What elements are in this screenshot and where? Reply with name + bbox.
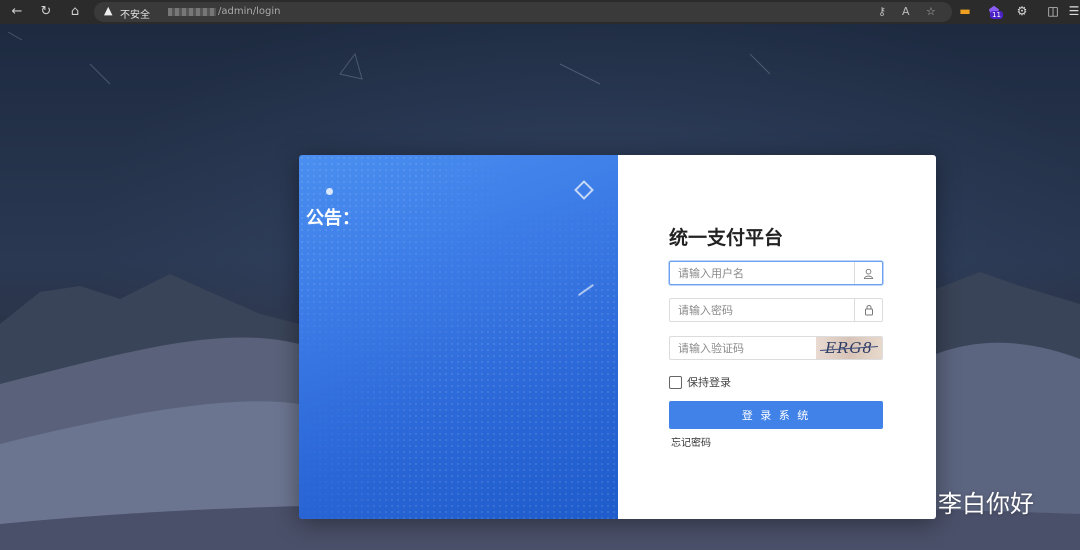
forgot-password-link[interactable]: 忘记密码 [671, 434, 711, 449]
remember-me[interactable]: 保持登录 [669, 374, 731, 390]
read-aloud-icon[interactable]: A [902, 5, 910, 18]
password-input[interactable] [670, 299, 856, 321]
username-input[interactable] [670, 262, 856, 284]
remember-label: 保持登录 [687, 376, 731, 389]
page-title: 统一支付平台 [669, 227, 784, 249]
extensions-icon[interactable]: ⚙ [1014, 3, 1030, 19]
wechat-icon [892, 488, 931, 514]
notice-panel: 公告： [299, 155, 618, 519]
favorites-bar-icon[interactable]: ☰ [1066, 3, 1080, 19]
browser-toolbar: ← ↻ ⌂ ▲ 不安全 /admin/login ⚷ A ☆ ▬ ⬟ 11 ⚙ … [0, 0, 1080, 24]
login-button[interactable]: 登 录 系 统 [669, 401, 883, 429]
url-host-blurred [168, 8, 216, 16]
key-icon[interactable]: ⚷ [878, 5, 886, 18]
captcha-image[interactable]: ERG8 [816, 337, 882, 359]
login-form-panel: 统一支付平台 ERG8 保持登录 登 录 系 统 忘记密码 [618, 155, 936, 519]
favorite-icon[interactable]: ☆ [926, 5, 936, 18]
watermark: 李白你好 [890, 484, 1034, 519]
extension-icon[interactable]: ▬ [957, 3, 973, 19]
home-icon[interactable]: ⌂ [66, 3, 84, 21]
login-card: 公告： 统一支付平台 ERG8 保持登录 登 录 系 统 忘记密码 [299, 155, 936, 519]
insecure-label[interactable]: 不安全 [120, 6, 150, 21]
remember-checkbox[interactable] [669, 375, 682, 389]
split-screen-icon[interactable]: ◫ [1045, 3, 1061, 19]
lock-icon [854, 299, 882, 321]
password-field [669, 298, 883, 322]
username-field [669, 261, 883, 285]
address-bar[interactable]: ▲ 不安全 /admin/login ⚷ A ☆ [94, 2, 952, 22]
url-path: /admin/login [218, 6, 281, 17]
watermark-text: 李白你好 [938, 490, 1034, 518]
warning-icon: ▲ [104, 4, 113, 17]
user-icon [854, 262, 882, 284]
notice-title: 公告： [306, 208, 360, 229]
reload-icon[interactable]: ↻ [37, 3, 55, 21]
decorative-dot [326, 188, 333, 195]
captcha-field: ERG8 [669, 336, 883, 360]
back-icon[interactable]: ← [8, 3, 26, 21]
extension-badge: 11 [990, 11, 1003, 19]
